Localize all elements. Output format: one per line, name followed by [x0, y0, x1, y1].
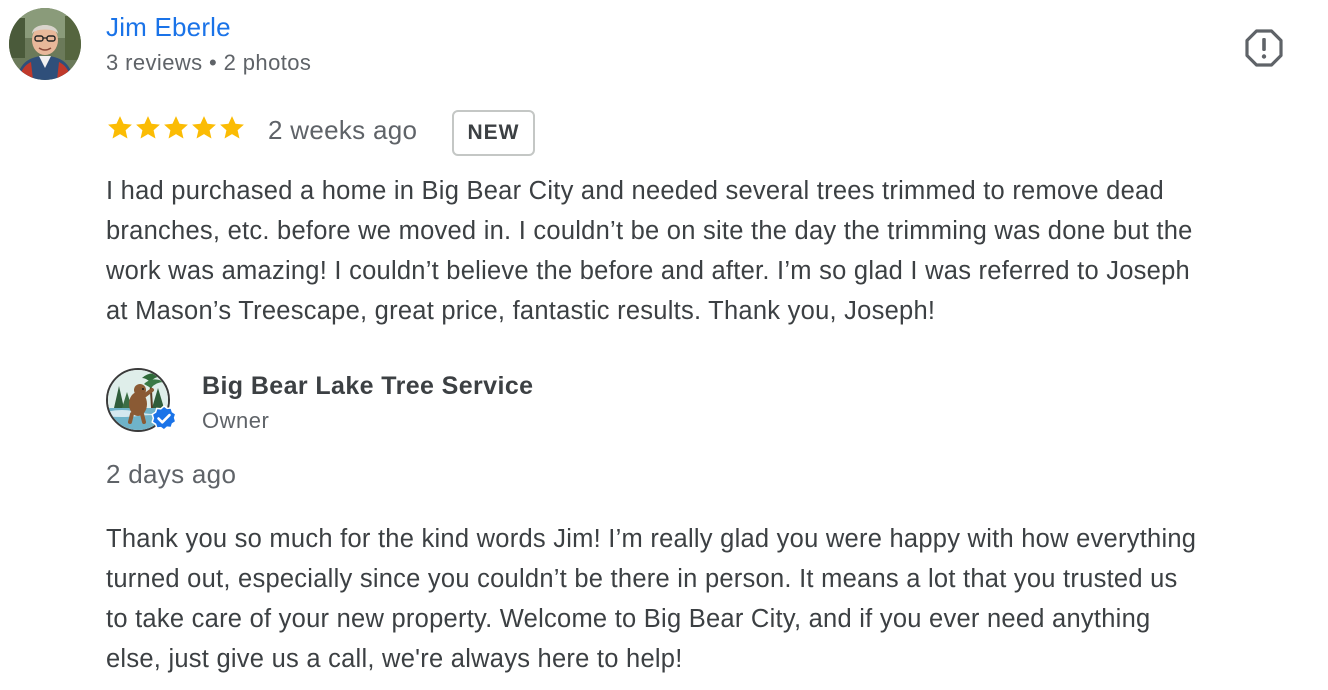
- reply-text-line: to take care of your new property. Welco…: [106, 605, 1151, 633]
- verified-check-icon: [151, 405, 177, 431]
- reply-text: Thank you so much for the kind words Jim…: [106, 519, 1321, 679]
- star-rating: [106, 114, 246, 142]
- review-date: 2 weeks ago: [268, 115, 418, 145]
- reply-text-line: turned out, especially since you couldn’…: [106, 565, 1178, 593]
- review-text-line: work was amazing! I couldn’t believe the…: [106, 257, 1190, 285]
- star-icon: [108, 116, 132, 139]
- reply-date: 2 days ago: [106, 459, 237, 489]
- star-icon: [192, 116, 216, 139]
- owner-name: Big Bear Lake Tree Service: [202, 372, 534, 400]
- owner-logo: [106, 368, 177, 432]
- reviewer-photo: [9, 8, 81, 80]
- reviewer-name[interactable]: Jim Eberle: [106, 12, 231, 43]
- review-text-line: at Mason’s Treescape, great price, fanta…: [106, 297, 936, 325]
- star-icon: [220, 116, 244, 139]
- review-text-line: branches, etc. before we moved in. I cou…: [106, 217, 1193, 245]
- reviewer-stats: 3 reviews • 2 photos: [106, 50, 312, 75]
- star-icon: [164, 116, 188, 139]
- report-flag-icon: [1245, 29, 1283, 67]
- owner-avatar[interactable]: [106, 368, 178, 438]
- new-badge: NEW: [452, 110, 535, 156]
- reply-text-line: else, just give us a call, we're always …: [106, 645, 683, 673]
- report-review-button[interactable]: [1240, 26, 1288, 70]
- review-text-line: I had purchased a home in Big Bear City …: [106, 177, 1164, 205]
- review-text: I had purchased a home in Big Bear City …: [106, 171, 1321, 331]
- owner-role: Owner: [202, 408, 270, 433]
- reply-text-line: Thank you so much for the kind words Jim…: [106, 525, 1197, 553]
- reviewer-avatar[interactable]: [9, 8, 81, 80]
- star-icon: [136, 116, 160, 139]
